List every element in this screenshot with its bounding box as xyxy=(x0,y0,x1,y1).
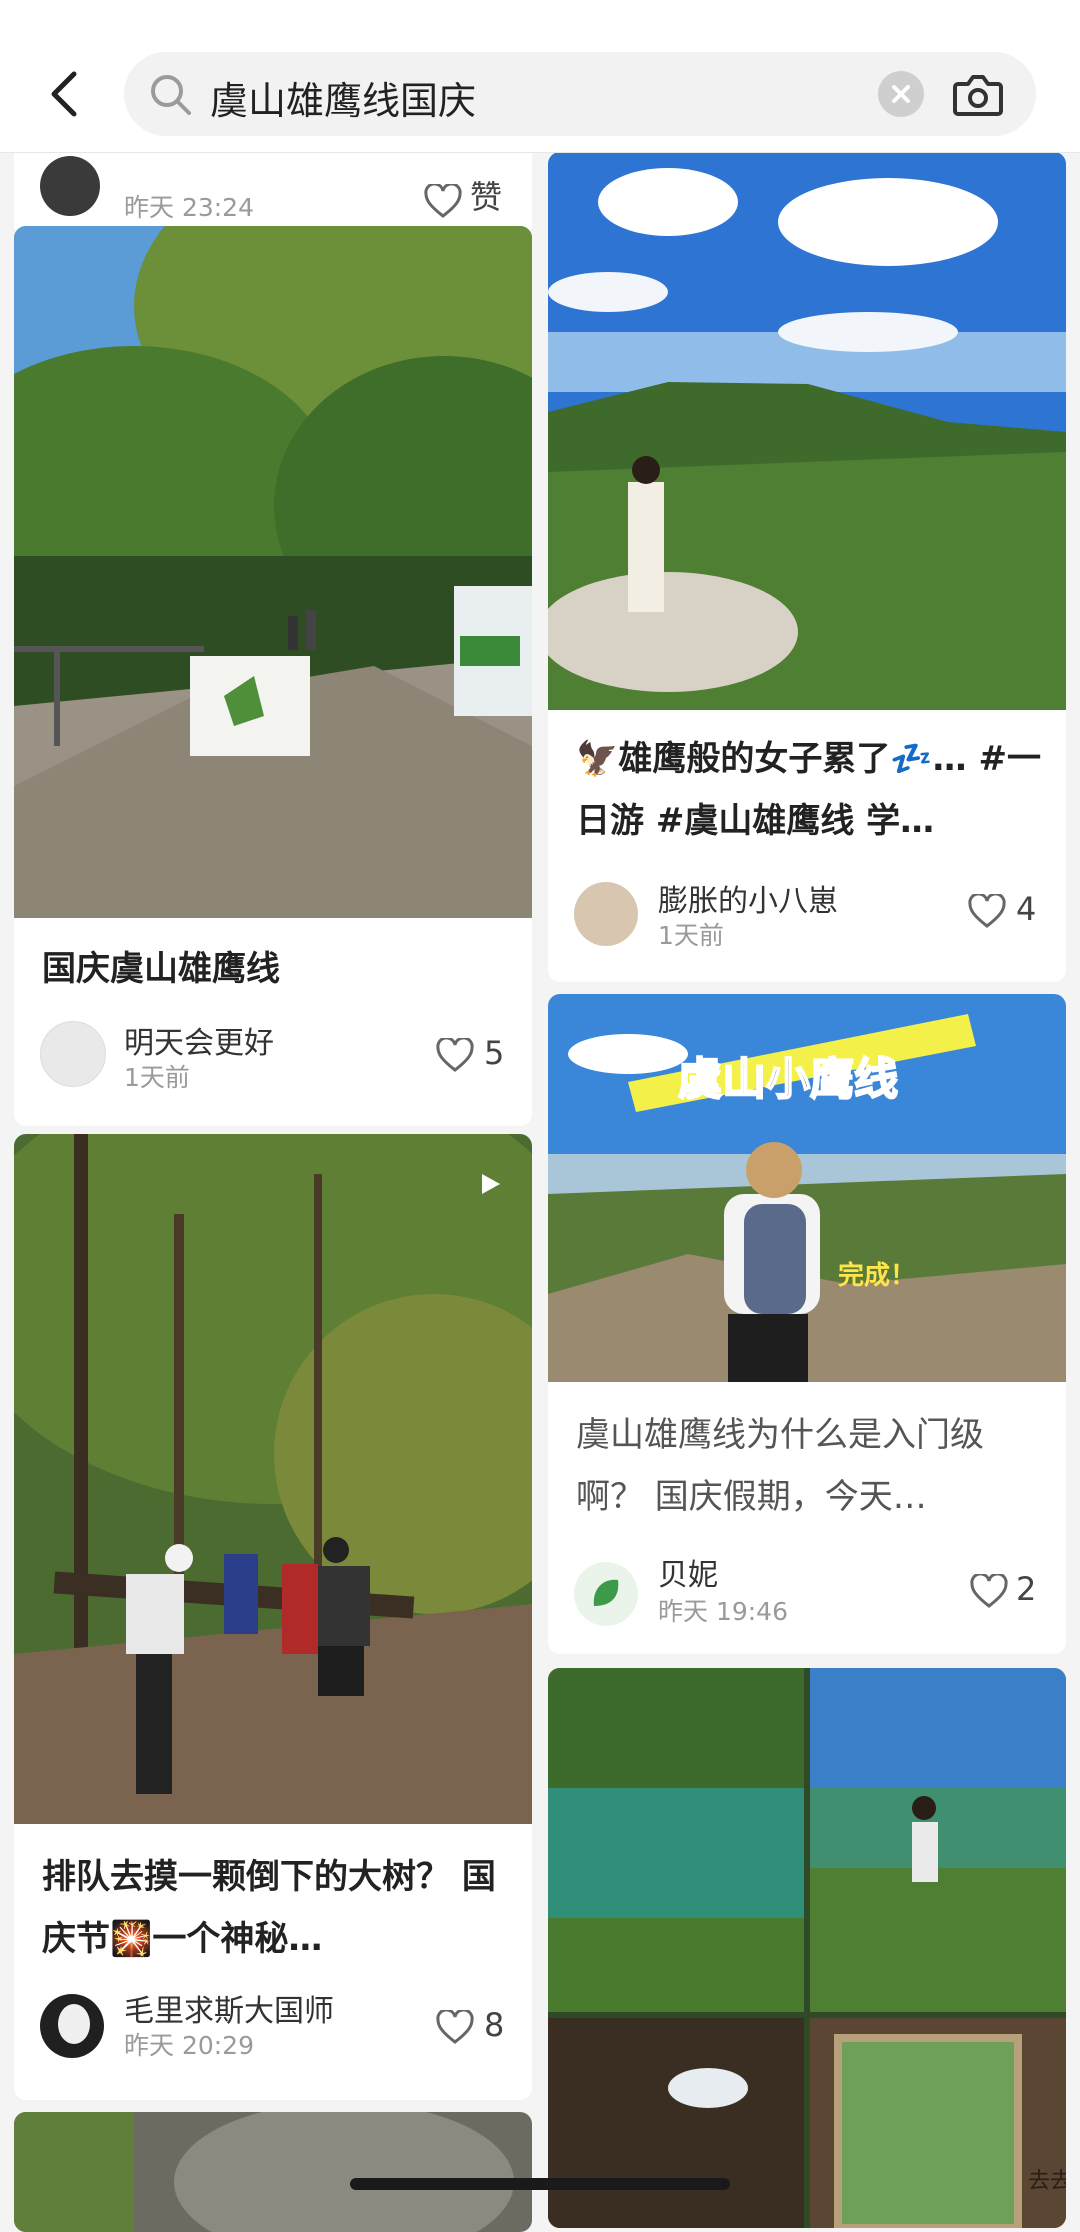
author-name[interactable]: 明天会更好 xyxy=(124,1018,274,1062)
cover-overlay-text: 虞山小鹰线 xyxy=(678,1054,898,1105)
clear-search-icon[interactable] xyxy=(878,71,924,117)
post-title: 🦅雄鹰般的女子累了💤… #一日游 #虞山雄鹰线 学… xyxy=(576,739,1041,841)
post-time: 1天前 xyxy=(124,1063,190,1092)
like-heart-icon[interactable] xyxy=(436,2010,474,2044)
post-title: 排队去摸一颗倒下的大树？ 国庆节🎇一个神秘… xyxy=(42,1857,496,1959)
like-count: 5 xyxy=(484,1034,505,1072)
post-cover-image: 虞山小鹰线 完成！ xyxy=(548,994,1066,1382)
author-avatar[interactable] xyxy=(574,1562,638,1626)
like-heart-icon[interactable] xyxy=(968,894,1006,928)
feed-card[interactable]: 🦅雄鹰般的女子累了💤… #一日游 #虞山雄鹰线 学… 膨胀的小八崽 1天前 4 xyxy=(548,152,1066,982)
home-indicator xyxy=(350,2178,730,2190)
search-icon xyxy=(151,75,191,115)
post-time: 昨天 20:29 xyxy=(124,2031,254,2060)
cover-overlay-text: 去去山野 xyxy=(1028,2169,1066,2194)
search-header: 虞山雄鹰线国庆 xyxy=(0,0,1080,153)
search-query-text: 虞山雄鹰线国庆 xyxy=(210,79,477,123)
author-name[interactable]: 贝妮 xyxy=(658,1550,718,1594)
author-avatar[interactable] xyxy=(40,1994,104,2058)
camera-search-icon[interactable] xyxy=(952,70,1004,118)
author-name[interactable]: 毛里求斯大国师 xyxy=(124,1986,334,2030)
post-time: 1天前 xyxy=(658,921,724,950)
post-title: 国庆虞山雄鹰线 xyxy=(42,949,280,989)
feed-card-partial[interactable] xyxy=(14,2112,532,2232)
author-avatar[interactable] xyxy=(40,1021,106,1087)
like-heart-icon[interactable] xyxy=(970,1574,1008,1608)
feed-card[interactable]: 排队去摸一颗倒下的大树？ 国庆节🎇一个神秘… 毛里求斯大国师 昨天 20:29 … xyxy=(14,1134,532,2100)
post-cover-image xyxy=(14,2112,532,2232)
like-count: 2 xyxy=(1016,1570,1037,1608)
post-cover-image: 去去山野 xyxy=(548,1668,1066,2228)
post-cover-image xyxy=(14,226,532,918)
post-cover-image xyxy=(548,152,1066,710)
post-title: 虞山雄鹰线为什么是入门级啊？ 国庆假期，今天… xyxy=(576,1415,984,1517)
feed-card[interactable]: 虞山小鹰线 完成！ 虞山雄鹰线为什么是入门级啊？ 国庆假期，今天… 贝妮 昨天 … xyxy=(548,994,1066,1654)
author-name[interactable]: 膨胀的小八崽 xyxy=(658,876,838,920)
post-time: 昨天 23:24 xyxy=(124,193,254,222)
like-count: 4 xyxy=(1016,890,1037,928)
like-count: 赞 xyxy=(470,178,503,216)
like-heart-icon[interactable] xyxy=(436,1038,474,1072)
like-count: 8 xyxy=(484,2006,505,2044)
post-cover-image xyxy=(14,1134,532,1824)
cover-badge-text: 完成！ xyxy=(838,1260,916,1291)
search-input[interactable]: 虞山雄鹰线国庆 xyxy=(124,52,1036,136)
back-arrow-icon[interactable] xyxy=(40,68,92,120)
author-avatar[interactable] xyxy=(574,882,638,946)
feed-card[interactable]: 国庆虞山雄鹰线 明天会更好 1天前 5 xyxy=(14,226,532,1126)
like-heart-icon[interactable] xyxy=(424,184,462,218)
feed-card-partial[interactable]: 去去山野 xyxy=(548,1668,1066,2228)
author-avatar[interactable] xyxy=(40,156,100,216)
post-time: 昨天 19:46 xyxy=(658,1597,788,1626)
